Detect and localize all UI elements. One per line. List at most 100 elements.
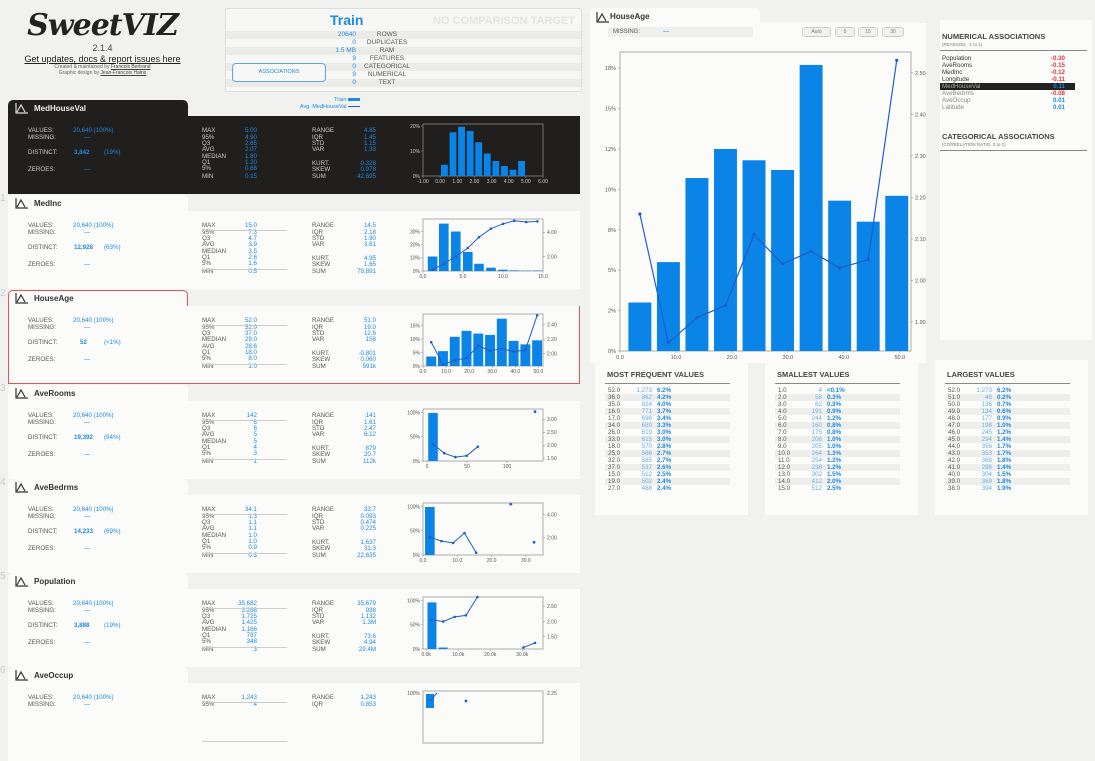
association-row[interactable]: AveOccup0.01 bbox=[940, 97, 1075, 104]
associations-button[interactable]: ASSOCIATIONS bbox=[232, 63, 326, 82]
distinct-value: 3,888 bbox=[74, 623, 89, 630]
feature-card-medhouseval[interactable]: MedHouseValVALUES:20,640 (100%)MISSING:—… bbox=[8, 100, 580, 194]
updates-link[interactable]: Get updates, docs & report issues here bbox=[0, 54, 205, 64]
distinct-value: 19,392 bbox=[74, 435, 93, 442]
feature-histogram[interactable]: 0%50%100%0.0k10.0k20.0k30.0k1.502.002.50 bbox=[403, 593, 573, 661]
summary-value: 0 bbox=[352, 63, 356, 71]
avg-line bbox=[433, 444, 478, 457]
percent-cell: 2.0% bbox=[827, 478, 841, 485]
min-label: MIN bbox=[202, 553, 213, 560]
y-tick-label: 0% bbox=[413, 459, 421, 465]
p5-label: 5% bbox=[202, 639, 211, 646]
association-row[interactable]: MedInc-0.12 bbox=[940, 69, 1075, 76]
histogram-bar bbox=[857, 222, 880, 351]
histogram-icon bbox=[15, 481, 29, 493]
feature-card-medinc[interactable]: MedIncVALUES:20,640 (100%)MISSING:—DISTI… bbox=[8, 195, 580, 289]
association-row[interactable]: MedHouseVal0.11 bbox=[940, 83, 1075, 90]
avg-point bbox=[724, 304, 727, 307]
table-row: 14.04122.0% bbox=[775, 478, 900, 485]
avg-point bbox=[524, 349, 527, 352]
y-tick-label: 15% bbox=[410, 323, 421, 329]
histogram-bar bbox=[497, 319, 507, 366]
largest-values-table: LARGEST VALUES 52.01,2736.2%51.0480.2%50… bbox=[935, 360, 1088, 515]
y2-tick-label: 2.20 bbox=[915, 195, 926, 201]
bin-15-button[interactable]: 15 bbox=[858, 27, 878, 37]
association-row[interactable]: Latitude0.01 bbox=[940, 104, 1075, 111]
logo-area: SweetVIZ 2.1.4 Get updates, docs & repor… bbox=[0, 8, 205, 76]
feature-card-averooms[interactable]: AveRoomsVALUES:20,640 (100%)MISSING:—DIS… bbox=[8, 385, 580, 479]
values-value: 20,640 (100%) bbox=[73, 601, 114, 608]
p5-label: 5% bbox=[202, 166, 211, 173]
feature-histogram[interactable]: 0%10%20%30%0.05.010.015.02.004.00 bbox=[403, 215, 573, 283]
table-row: 44.03561.7% bbox=[945, 443, 1070, 450]
avg-point bbox=[431, 619, 434, 622]
table-row: 17.06983.4% bbox=[605, 415, 730, 422]
count-cell: 4 bbox=[819, 387, 822, 394]
x-tick-label: 1.00 bbox=[452, 179, 462, 185]
association-row[interactable]: AveBedrms-0.08 bbox=[940, 90, 1075, 97]
p95-label: 95% bbox=[202, 702, 214, 709]
percent-cell: 2.8% bbox=[657, 443, 671, 450]
detail-missing: MISSING:— bbox=[608, 27, 753, 37]
table-row: 4.01910.9% bbox=[775, 408, 900, 415]
feature-card-houseage[interactable]: HouseAgeVALUES:20,640 (100%)MISSING:—DIS… bbox=[8, 290, 580, 384]
value-cell: 52.0 bbox=[608, 387, 620, 394]
bin-30-button[interactable]: 30 bbox=[882, 27, 904, 37]
iqr-value: 0.853 bbox=[361, 702, 376, 709]
table-row: 35.08244.0% bbox=[605, 401, 730, 408]
association-row[interactable]: Longitude-0.11 bbox=[940, 76, 1075, 83]
table-row: 49.01340.6% bbox=[945, 408, 1070, 415]
avg-point bbox=[465, 614, 468, 617]
sum-label: SUM bbox=[312, 364, 326, 371]
association-feature: MedInc bbox=[942, 69, 962, 76]
avg-point bbox=[443, 262, 446, 265]
designer-link[interactable]: Jean-Francois Hains bbox=[100, 70, 146, 76]
avg-point bbox=[638, 212, 641, 215]
y-tick-label: 50% bbox=[410, 529, 421, 535]
missing-label: MISSING: bbox=[613, 27, 640, 37]
feature-card-population[interactable]: PopulationVALUES:20,640 (100%)MISSING:—D… bbox=[8, 573, 580, 667]
association-feature: AveOccup bbox=[942, 97, 970, 104]
percent-cell: 1.7% bbox=[997, 450, 1011, 457]
feature-card-aveoccup[interactable]: AveOccupVALUES:20,640 (100%)MISSING:—MAX… bbox=[8, 667, 580, 761]
value-cell: 7.0 bbox=[778, 429, 787, 436]
avg-point bbox=[490, 227, 493, 230]
sum-label: SUM bbox=[312, 647, 326, 654]
feature-histogram[interactable]: 0%50%100%0.010.020.030.02.004.00 bbox=[403, 499, 573, 567]
feature-histogram[interactable]: 0%5%10%15%0.010.020.030.040.050.02.002.2… bbox=[403, 310, 573, 378]
percent-cell: 1.0% bbox=[997, 422, 1011, 429]
summary-value: 0 bbox=[352, 79, 356, 87]
histogram-bar bbox=[467, 131, 474, 176]
x-tick-label: 50 bbox=[464, 464, 470, 470]
table-row: 43.03531.7% bbox=[945, 450, 1070, 457]
value-cell: 49.0 bbox=[948, 408, 960, 415]
distinct-value: 14,233 bbox=[74, 529, 93, 536]
avg-point bbox=[452, 542, 455, 545]
feature-histogram[interactable]: 0%10%20%-1.000.001.002.003.004.005.006.0… bbox=[403, 120, 573, 188]
var-value: 0.225 bbox=[361, 526, 376, 533]
value-cell: 41.0 bbox=[948, 464, 960, 471]
count-cell: 296 bbox=[982, 464, 992, 471]
association-row[interactable]: AveRooms-0.15 bbox=[940, 62, 1075, 69]
bin-auto-button[interactable]: Auto bbox=[802, 27, 831, 37]
histogram-bar bbox=[501, 166, 508, 176]
largest-values-title: LARGEST VALUES bbox=[947, 370, 1015, 379]
count-cell: 160 bbox=[812, 422, 822, 429]
table-row: 15.05122.5% bbox=[775, 485, 900, 492]
y2-tick-label: 2.00 bbox=[547, 443, 557, 449]
feature-histogram[interactable]: 100%2.25 bbox=[403, 687, 573, 755]
avg-point bbox=[432, 443, 435, 446]
bin-5-button[interactable]: 5 bbox=[835, 27, 855, 37]
summary-label: DUPLICATES bbox=[362, 39, 412, 47]
table-row: 1.04<0.1% bbox=[775, 387, 900, 394]
feature-card-avebedrms[interactable]: AveBedrmsVALUES:20,640 (100%)MISSING:—DI… bbox=[8, 479, 580, 573]
percent-cell: 1.2% bbox=[827, 457, 841, 464]
value-cell: 15.0 bbox=[608, 471, 620, 478]
feature-histogram[interactable]: 0%50%100%0501001.502.002.503.00 bbox=[403, 405, 573, 473]
avg-point bbox=[463, 532, 466, 535]
association-row[interactable]: Population-0.30 bbox=[940, 55, 1075, 62]
histogram-bar bbox=[427, 602, 436, 649]
y2-tick-label: 3.00 bbox=[547, 417, 557, 423]
y-tick-label: 30% bbox=[410, 229, 421, 235]
divider bbox=[202, 647, 287, 648]
